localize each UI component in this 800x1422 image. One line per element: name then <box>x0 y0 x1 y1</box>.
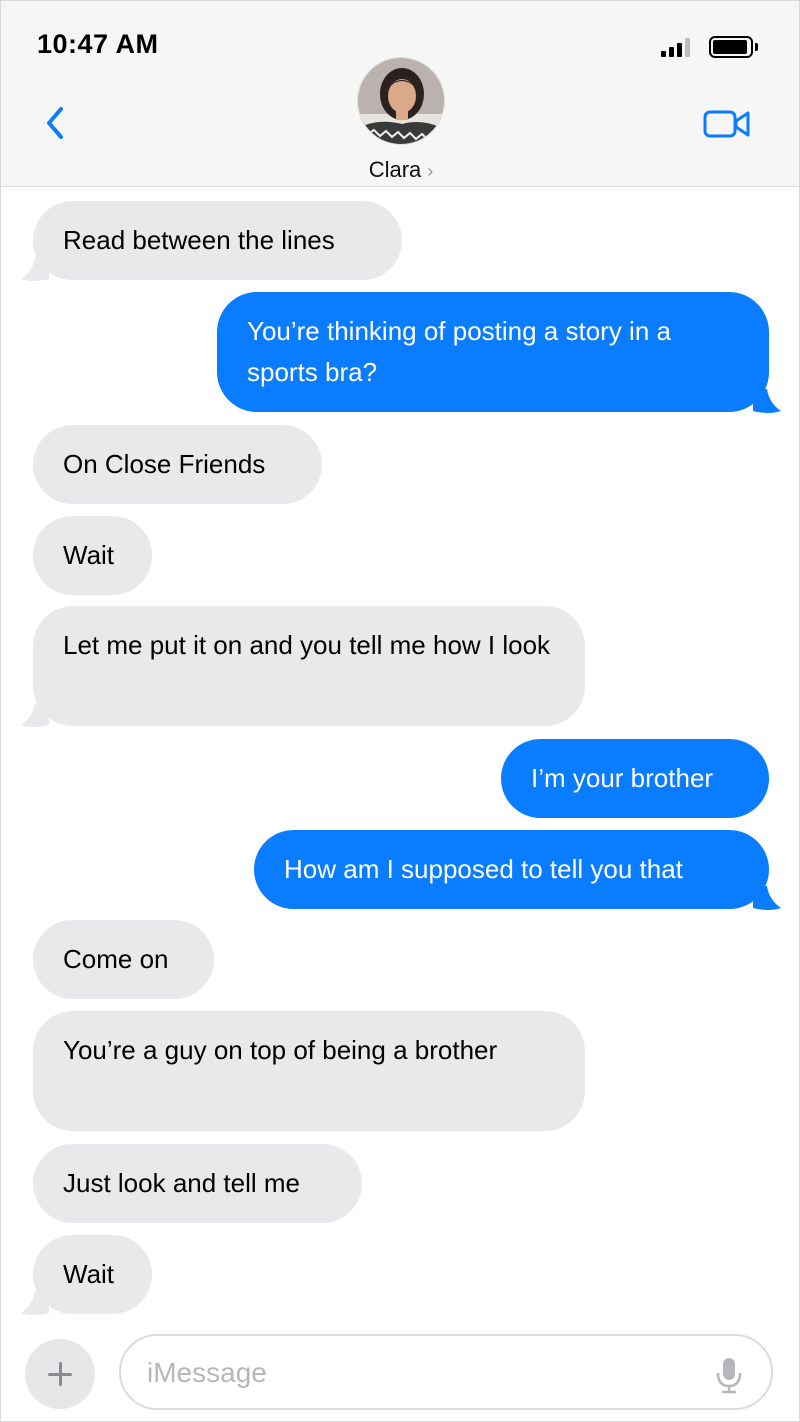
message-received[interactable]: You’re a guy on top of being a brother <box>33 1011 585 1131</box>
message-received[interactable]: Come on <box>33 920 214 999</box>
bubble-tail <box>753 389 781 413</box>
message-text: Wait <box>63 540 115 570</box>
plus-icon[interactable] <box>25 1339 95 1409</box>
microphone-icon[interactable] <box>715 1356 743 1394</box>
message-received[interactable]: Wait <box>33 1235 152 1314</box>
message-text: How am I supposed to tell you that <box>284 854 683 884</box>
message-text: Just look and tell me <box>63 1168 301 1198</box>
contact-name: Clara <box>368 157 422 182</box>
message-sent[interactable]: You’re thinking of posting a story in a … <box>217 292 769 412</box>
message-text: Read between the lines <box>63 225 335 255</box>
message-text: Come on <box>63 944 169 974</box>
message-text: You’re thinking of posting a story in a … <box>247 316 671 387</box>
bubble-tail <box>21 257 49 281</box>
battery-icon <box>709 36 758 58</box>
message-received[interactable]: Just look and tell me <box>33 1144 362 1223</box>
avatar[interactable] <box>357 57 445 145</box>
status-time: 10:47 AM <box>37 29 159 59</box>
message-text: Wait <box>63 1259 115 1289</box>
signal-icon <box>661 37 691 57</box>
bubble-tail <box>21 1291 49 1315</box>
message-received[interactable]: Wait <box>33 516 152 595</box>
message-text: I’m your brother <box>531 763 714 793</box>
conversation-header: 10:47 AM Clara › <box>1 1 799 187</box>
message-received[interactable]: Let me put it on and you tell me how I l… <box>33 606 585 726</box>
message-sent[interactable]: How am I supposed to tell you that <box>254 830 769 909</box>
messages-screen: 10:47 AM Clara › Read between the lines … <box>0 0 800 1422</box>
chevron-right-icon: › <box>427 161 434 181</box>
message-received[interactable]: On Close Friends <box>33 425 322 504</box>
message-sent[interactable]: I’m your brother <box>501 739 769 818</box>
bubble-tail <box>753 886 781 910</box>
chevron-left-icon[interactable] <box>41 105 69 141</box>
contact-name-button[interactable]: Clara › <box>1 157 799 183</box>
message-text: On Close Friends <box>63 449 266 479</box>
message-input-container[interactable] <box>119 1334 773 1410</box>
message-received[interactable]: Read between the lines <box>33 201 402 280</box>
bubble-tail <box>21 703 49 727</box>
message-input[interactable] <box>147 1346 707 1400</box>
message-text: Let me put it on and you tell me how I l… <box>63 630 551 660</box>
message-text: You’re a guy on top of being a brother <box>63 1035 498 1065</box>
video-camera-icon[interactable] <box>703 109 751 139</box>
